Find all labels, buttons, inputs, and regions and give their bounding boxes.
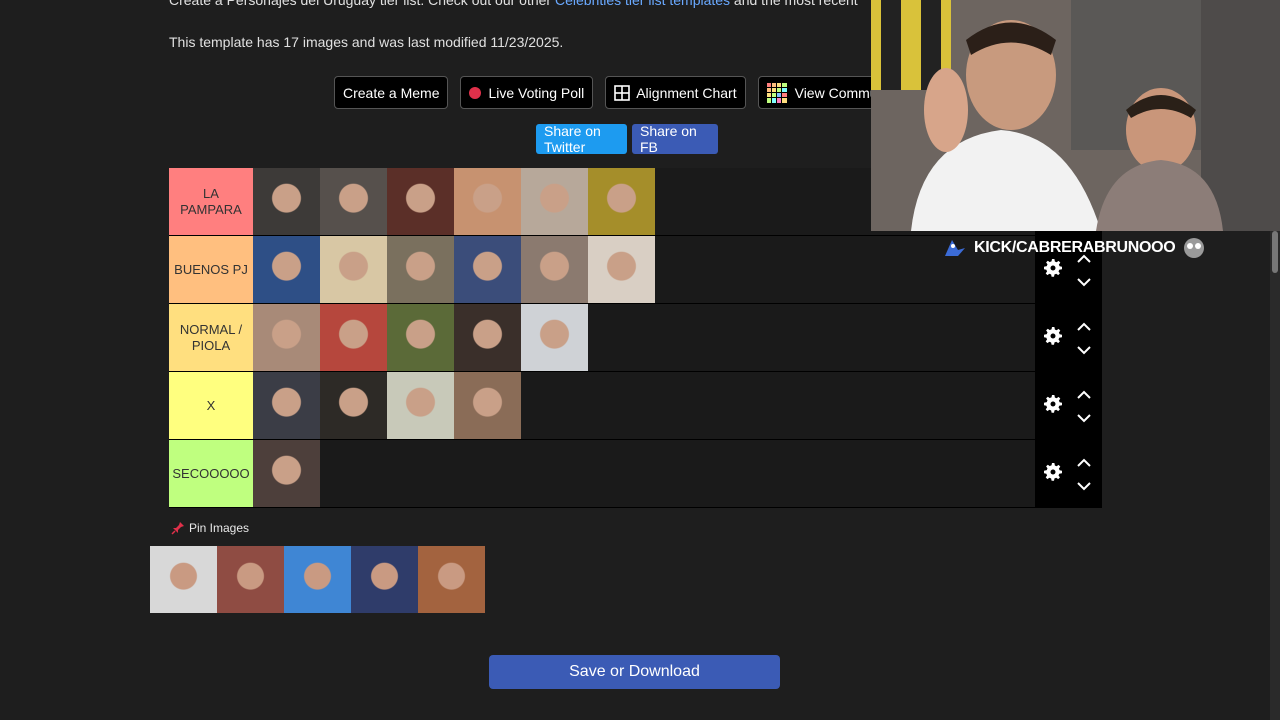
- tier-items: [253, 304, 588, 371]
- chevron-up-icon[interactable]: [1077, 322, 1091, 332]
- chevron-down-icon[interactable]: [1077, 481, 1091, 491]
- tier-image[interactable]: [454, 236, 521, 303]
- unranked-image-pool: [150, 546, 485, 613]
- tier-image[interactable]: [454, 304, 521, 371]
- tier-label[interactable]: NORMAL / PIOLA: [169, 304, 253, 371]
- tier-label[interactable]: BUENOS PJ: [169, 236, 253, 303]
- tier-label[interactable]: SECOOOOO: [169, 440, 253, 507]
- save-or-download-button[interactable]: Save or Download: [489, 655, 780, 689]
- pool-image[interactable]: [217, 546, 284, 613]
- tier-image[interactable]: [588, 236, 655, 303]
- share-buttons: Share on Twitter Share on FB: [536, 123, 718, 155]
- scrollbar-thumb[interactable]: [1272, 231, 1278, 273]
- create-meme-button[interactable]: Create a Meme: [334, 76, 449, 109]
- chevron-down-icon[interactable]: [1077, 413, 1091, 423]
- tier-image[interactable]: [454, 372, 521, 439]
- tier-label[interactable]: X: [169, 372, 253, 439]
- pushpin-icon: [171, 522, 184, 535]
- pool-image[interactable]: [150, 546, 217, 613]
- tier-image[interactable]: [387, 168, 454, 235]
- alignment-chart-button[interactable]: Alignment Chart: [605, 76, 746, 109]
- tier-image[interactable]: [320, 304, 387, 371]
- stream-channel-label: KICK/CABRERABRUNOOO: [974, 239, 1176, 256]
- stream-channel-overlay: KICK/CABRERABRUNOOO: [942, 234, 1207, 262]
- streamer-webcam-overlay: [871, 0, 1280, 231]
- grid-icon: [614, 84, 631, 101]
- tier-image[interactable]: [387, 372, 454, 439]
- tier-image[interactable]: [521, 236, 588, 303]
- gear-icon[interactable]: [1041, 324, 1065, 348]
- live-voting-label: Live Voting Poll: [488, 84, 585, 101]
- mascot-icon: [1184, 238, 1205, 258]
- tier-image[interactable]: [253, 168, 320, 235]
- tier-items: [253, 372, 521, 439]
- chevron-down-icon[interactable]: [1077, 345, 1091, 355]
- chevron-up-icon[interactable]: [1077, 390, 1091, 400]
- tier-controls: [1035, 372, 1102, 439]
- tier-colors-icon: [766, 82, 787, 103]
- share-twitter-button[interactable]: Share on Twitter: [536, 123, 627, 155]
- page-scrollbar[interactable]: [1270, 231, 1280, 720]
- action-buttons: Create a Meme Live Voting Poll Alignment…: [334, 76, 888, 109]
- description-text-tail: and the most recent: [730, 0, 858, 8]
- chevron-up-icon[interactable]: [1077, 458, 1091, 468]
- tier-image[interactable]: [454, 168, 521, 235]
- gear-icon[interactable]: [1041, 460, 1065, 484]
- tier-image[interactable]: [521, 304, 588, 371]
- pool-image[interactable]: [418, 546, 485, 613]
- template-modified-info: This template has 17 images and was last…: [169, 34, 564, 50]
- bird-icon: [945, 240, 965, 256]
- share-fb-button[interactable]: Share on FB: [632, 123, 718, 155]
- tier-image[interactable]: [253, 440, 320, 507]
- tier-image[interactable]: [253, 304, 320, 371]
- tier-label[interactable]: LA PAMPARA: [169, 168, 253, 235]
- pool-image[interactable]: [351, 546, 418, 613]
- alignment-chart-label: Alignment Chart: [636, 84, 737, 101]
- create-meme-label: Create a Meme: [343, 84, 440, 101]
- tier-row: X: [169, 372, 1102, 440]
- view-community-label: View Commu: [794, 84, 878, 101]
- tier-items: [253, 168, 655, 235]
- record-dot-icon: [469, 86, 482, 99]
- template-description: Create a Personajes del Uruguay tier lis…: [169, 0, 858, 8]
- pin-images-toggle[interactable]: Pin Images: [171, 521, 249, 535]
- live-voting-poll-button[interactable]: Live Voting Poll: [460, 76, 594, 109]
- tier-controls: [1035, 304, 1102, 371]
- view-community-button[interactable]: View Commu: [757, 76, 888, 109]
- tier-image[interactable]: [253, 372, 320, 439]
- tier-row: SECOOOOO: [169, 440, 1102, 508]
- description-text: Create a Personajes del Uruguay tier lis…: [169, 0, 555, 8]
- pin-images-label: Pin Images: [189, 521, 250, 535]
- gear-icon[interactable]: [1041, 392, 1065, 416]
- tier-items: [253, 440, 320, 507]
- tier-row: NORMAL / PIOLA: [169, 304, 1102, 372]
- tier-image[interactable]: [320, 372, 387, 439]
- tier-controls: [1035, 440, 1102, 507]
- tier-image[interactable]: [387, 236, 454, 303]
- tier-image[interactable]: [253, 236, 320, 303]
- tier-image[interactable]: [320, 236, 387, 303]
- celebrities-templates-link[interactable]: Celebrities tier list templates: [555, 0, 730, 8]
- tier-image[interactable]: [521, 168, 588, 235]
- pool-image[interactable]: [284, 546, 351, 613]
- tier-image[interactable]: [387, 304, 454, 371]
- chevron-down-icon[interactable]: [1077, 277, 1091, 287]
- tier-image[interactable]: [588, 168, 655, 235]
- tier-items: [253, 236, 655, 303]
- tier-image[interactable]: [320, 168, 387, 235]
